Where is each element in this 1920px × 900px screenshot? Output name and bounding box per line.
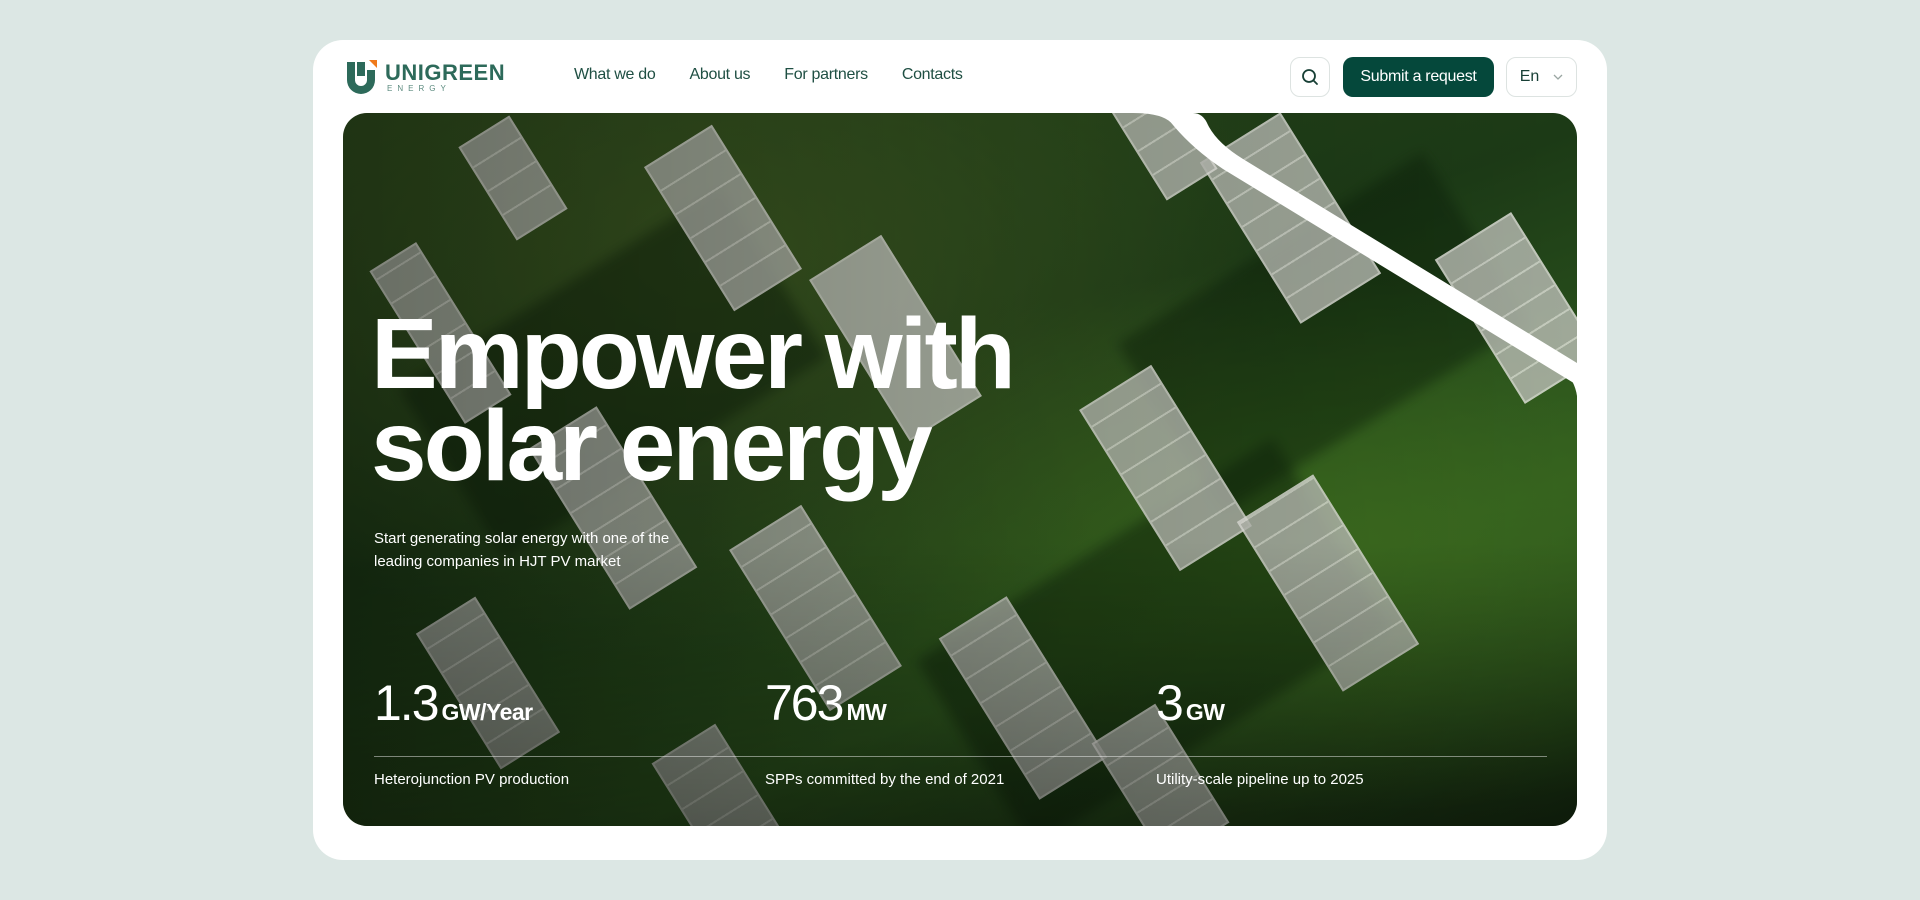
stat-unit: GW [1185, 699, 1225, 725]
hero-section: Empower with solar energy Start generati… [343, 113, 1577, 826]
stat-value: 3 [1156, 675, 1184, 731]
main-nav: What we do About us For partners Contact… [574, 66, 963, 84]
hero-title-line-1: Empower with [371, 298, 1016, 410]
stat-label: SPPs committed by the end of 2021 [765, 771, 1005, 788]
stat-pipeline: 3 GW [1156, 673, 1547, 742]
search-button[interactable] [1290, 57, 1330, 97]
stat-production: 1.3 GW/Year [374, 673, 765, 742]
nav-what-we-do[interactable]: What we do [574, 66, 656, 84]
nav-about-us[interactable]: About us [690, 66, 751, 84]
logo-subtitle: ENERGY [387, 83, 451, 93]
stats: 1.3 GW/Year 763 MW 3 GW Heterojunction PV p… [374, 673, 1547, 788]
stat-unit: MW [846, 699, 887, 725]
hero-title: Empower with solar energy [371, 298, 1016, 502]
logo-name: UNIGREEN [385, 59, 506, 85]
language-value: En [1519, 68, 1540, 85]
hero-subtitle: Start generating solar energy with one o… [374, 530, 670, 570]
nav-for-partners[interactable]: For partners [784, 66, 868, 84]
stat-value: 1.3 [374, 675, 440, 731]
logo-mark-icon [343, 58, 379, 96]
submit-request-button[interactable]: Submit a request [1343, 57, 1494, 97]
search-icon [1302, 69, 1318, 85]
stats-divider [374, 756, 1547, 757]
stat-value: 763 [765, 675, 844, 731]
hero-title-line-2: solar energy [371, 390, 933, 502]
stat-label: Utility-scale pipeline up to 2025 [1156, 771, 1364, 788]
stat-committed: 763 MW [765, 673, 1156, 742]
stat-unit: GW/Year [441, 699, 534, 725]
nav-contacts[interactable]: Contacts [902, 66, 963, 84]
logo[interactable]: UNIGREEN ENERGY [343, 58, 505, 96]
chevron-down-icon [1553, 74, 1563, 80]
stat-label: Heterojunction PV production [374, 771, 570, 788]
language-select[interactable]: En [1506, 57, 1577, 97]
